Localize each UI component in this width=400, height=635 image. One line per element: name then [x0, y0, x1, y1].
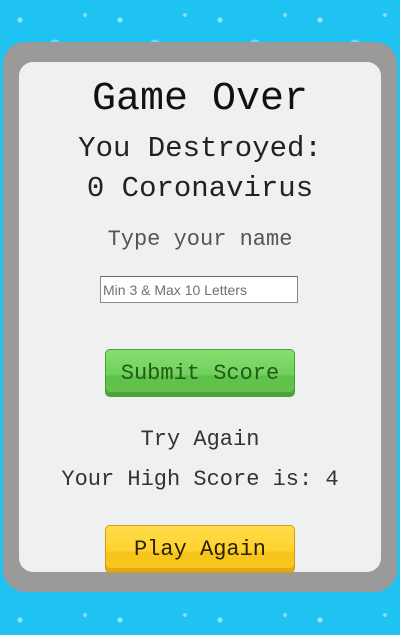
submit-score-button[interactable]: Submit Score — [105, 349, 295, 397]
try-again-label: Try Again — [140, 427, 260, 452]
play-again-button[interactable]: Play Again — [105, 525, 295, 573]
game-over-title: Game Over — [91, 77, 309, 122]
destroyed-label: You Destroyed: — [78, 132, 322, 165]
destroyed-count: 0 Coronavirus — [86, 172, 314, 205]
name-input[interactable] — [100, 276, 298, 303]
name-prompt: Type your name — [107, 227, 293, 252]
high-score-text: Your High Score is: 4 — [61, 467, 339, 492]
